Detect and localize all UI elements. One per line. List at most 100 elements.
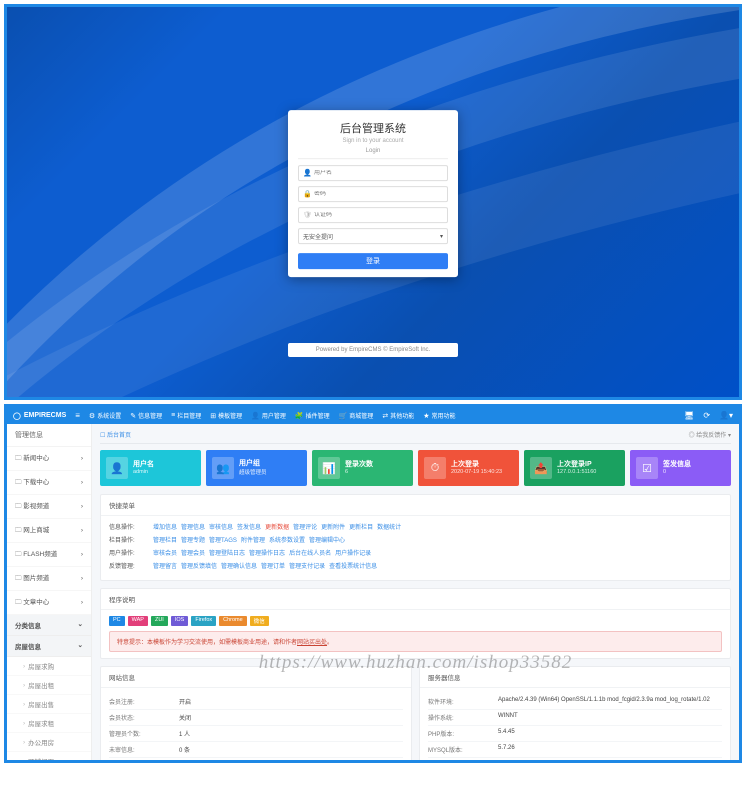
quick-link[interactable]: 管理TAGS xyxy=(209,535,237,544)
quick-link[interactable]: 签发信息 xyxy=(237,522,261,531)
menu-label: 栏目管理 xyxy=(177,411,201,420)
quick-link[interactable]: 管理操作日志 xyxy=(249,548,285,557)
sidebar-group-category[interactable]: 分类信息⌄ xyxy=(7,615,91,636)
sidebar-group-house[interactable]: 房屋信息⌄ xyxy=(7,636,91,657)
quick-menu-head: 快捷菜单 xyxy=(101,495,730,516)
menu-toggle-icon[interactable]: ≡ xyxy=(75,411,80,420)
sidebar-subitem[interactable]: 房屋出售 xyxy=(7,695,91,714)
breadcrumb-quick[interactable]: ◎ 给我反馈作 ▾ xyxy=(689,430,731,439)
refresh-icon[interactable]: ⟳ xyxy=(703,411,710,420)
captcha-field[interactable] xyxy=(314,212,443,218)
captcha-input[interactable]: 🛡 xyxy=(298,207,448,223)
security-question-select[interactable]: 无安全提问 ▾ xyxy=(298,228,448,244)
topbar-item[interactable]: ⇄其他功能 xyxy=(382,411,414,420)
sidebar-item-label: 🗀 FLASH频道 xyxy=(15,548,57,561)
sidebar-subitem[interactable]: 旺铺门面 xyxy=(7,752,91,760)
sidebar-item[interactable]: 🗀 FLASH频道› xyxy=(7,543,91,567)
login-button[interactable]: 登录 xyxy=(298,253,448,269)
username-field[interactable] xyxy=(314,170,443,176)
sidebar-subitem[interactable]: 房屋求购 xyxy=(7,657,91,676)
info-key: 操作系统: xyxy=(428,713,498,722)
chevron-right-icon: › xyxy=(81,455,83,462)
topbar-item[interactable]: ⊞模板管理 xyxy=(210,411,242,420)
card-title: 签发信息 xyxy=(663,461,691,470)
select-value: 无安全提问 xyxy=(303,232,333,241)
quick-link[interactable]: 审核信息 xyxy=(209,522,233,531)
topbar-item[interactable]: 🧩插件管理 xyxy=(295,411,330,420)
chevron-right-icon: › xyxy=(81,527,83,534)
stat-card: 👥 用户组超级管理员 xyxy=(206,450,307,486)
password-input[interactable]: 🔒 xyxy=(298,186,448,202)
sidebar-item[interactable]: 🗀 新闻中心› xyxy=(7,447,91,471)
info-key: MYSQL版本: xyxy=(428,745,498,754)
quick-link[interactable]: 管理评论 xyxy=(293,522,317,531)
breadcrumb: ☐ 后台首页 ◎ 给我反馈作 ▾ xyxy=(100,430,731,444)
quick-link[interactable]: 增加信息 xyxy=(153,522,177,531)
stat-card: 👤 用户名admin xyxy=(100,450,201,486)
quick-link[interactable]: 管理栏目 xyxy=(153,535,177,544)
topbar: ◯ EMPIRECMS ≡ ⚙系统设置 ✎信息管理 ≡栏目管理 ⊞模板管理 👤用户管理 🧩… xyxy=(7,407,739,424)
menu-icon: ⚙ xyxy=(89,412,95,420)
quick-link[interactable]: 管理专题 xyxy=(181,535,205,544)
topbar-item[interactable]: 👤用户管理 xyxy=(251,411,286,420)
dashboard-screen: ◯ EMPIRECMS ≡ ⚙系统设置 ✎信息管理 ≡栏目管理 ⊞模板管理 👤用户管理 🧩… xyxy=(7,407,739,760)
quick-link[interactable]: 管理支付记录 xyxy=(289,561,325,570)
sidebar-subitem[interactable]: 办公用房 xyxy=(7,733,91,752)
info-row: 软件环境:Apache/2.4.39 (Win64) OpenSSL/1.1.1… xyxy=(428,694,722,709)
user-menu-icon[interactable]: 👤▾ xyxy=(719,411,733,420)
breadcrumb-home[interactable]: ☐ 后台首页 xyxy=(100,430,131,439)
username-input[interactable]: 👤 xyxy=(298,165,448,181)
chevron-right-icon: › xyxy=(81,575,83,582)
sidebar-item[interactable]: 🗀 网上商城› xyxy=(7,519,91,543)
topbar-item[interactable]: ⚙系统设置 xyxy=(89,411,121,420)
topbar-item[interactable]: ≡栏目管理 xyxy=(171,411,201,420)
quick-link[interactable]: 更新数据 xyxy=(265,522,289,531)
quick-link[interactable]: 管理会员 xyxy=(181,548,205,557)
info-row: 会员状态:关闭 xyxy=(109,709,403,725)
quick-link[interactable]: 管理反馈填信 xyxy=(181,561,217,570)
chevron-down-icon: ⌄ xyxy=(78,641,83,651)
sidebar-item[interactable]: 🗀 文章中心› xyxy=(7,591,91,615)
sidebar-item[interactable]: 🗀 影视频道› xyxy=(7,495,91,519)
quick-row: 用户操作:审核会员管理会员管理登陆日志管理操作日志后台在线人员名用户操作记录 xyxy=(109,548,722,557)
topbar-item[interactable]: 🛒商城管理 xyxy=(339,411,374,420)
sidebar-subitem[interactable]: 房屋出租 xyxy=(7,676,91,695)
quick-link[interactable]: 附件管理 xyxy=(241,535,265,544)
menu-label: 其他功能 xyxy=(390,411,414,420)
brand[interactable]: ◯ EMPIRECMS xyxy=(13,412,66,420)
topbar-item[interactable]: ★常用功能 xyxy=(423,411,455,420)
info-row: 未审会员:0 人 xyxy=(109,757,403,760)
sidebar-item[interactable]: 🗀 下载中心› xyxy=(7,471,91,495)
quick-link[interactable]: 查看投票统计信息 xyxy=(329,561,377,570)
topbar-item[interactable]: ✎信息管理 xyxy=(130,411,162,420)
quick-link[interactable]: 管理留言 xyxy=(153,561,177,570)
quick-link[interactable]: 系统参数设置 xyxy=(269,535,305,544)
menu-label: 商城管理 xyxy=(349,411,373,420)
quick-link[interactable]: 更新附件 xyxy=(321,522,345,531)
sidebar-item-label: 🗀 图片频道 xyxy=(15,572,49,585)
desktop-icon[interactable]: 🖥 xyxy=(684,411,694,420)
card-icon: ☑ xyxy=(636,457,658,479)
sidebar-item[interactable]: 🗀 图片频道 › xyxy=(7,567,91,591)
quick-link[interactable]: 用户操作记录 xyxy=(335,548,371,557)
card-sub: 127.0.0.1:51160 xyxy=(557,469,596,475)
sidebar-subitem[interactable]: 房屋求租 xyxy=(7,714,91,733)
quick-link[interactable]: 审核会员 xyxy=(153,548,177,557)
platform-tag: IOS xyxy=(171,616,188,626)
menu-label: 插件管理 xyxy=(306,411,330,420)
notice-link[interactable]: 网站买出处 xyxy=(297,640,327,646)
quick-link[interactable]: 管理订单 xyxy=(261,561,285,570)
quick-link[interactable]: 管理编辑中心 xyxy=(309,535,345,544)
sidebar-item-label: 🗀 文章中心 xyxy=(15,596,49,609)
quick-link[interactable]: 管理登陆日志 xyxy=(209,548,245,557)
login-footer: Powered by EmpireCMS © EmpireSoft Inc. xyxy=(288,343,458,357)
quick-link[interactable]: 数据统计 xyxy=(377,522,401,531)
quick-link[interactable]: 后台在线人员名 xyxy=(289,548,331,557)
login-tab[interactable]: Login xyxy=(298,148,448,159)
password-field[interactable] xyxy=(314,191,443,197)
siteinfo-head: 网站信息 xyxy=(101,667,411,688)
quick-link[interactable]: 更新栏目 xyxy=(349,522,373,531)
quick-link[interactable]: 管理确认信息 xyxy=(221,561,257,570)
quick-link[interactable]: 管理信息 xyxy=(181,522,205,531)
card-icon: ⏱ xyxy=(424,457,446,479)
